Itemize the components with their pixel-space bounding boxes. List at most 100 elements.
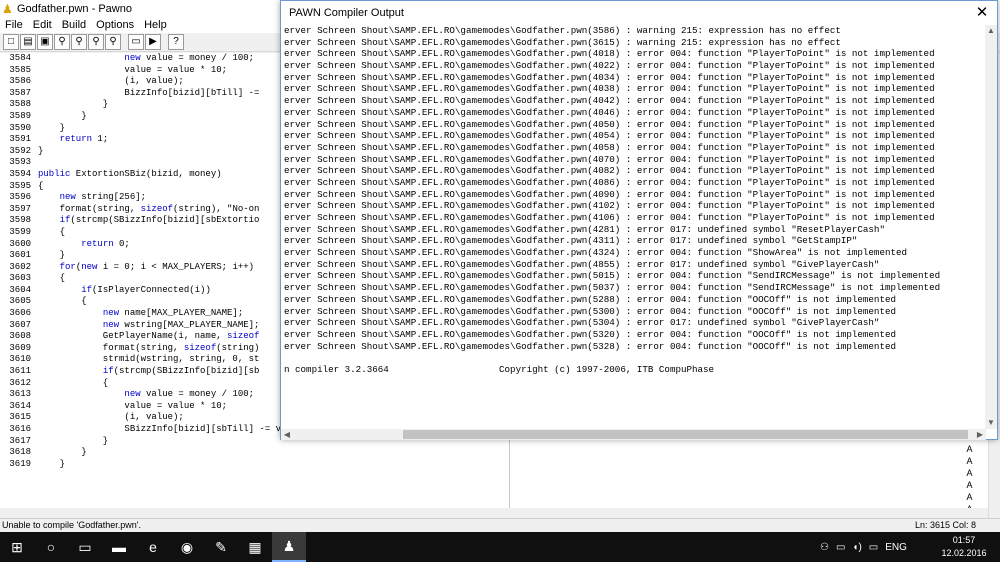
language-indicator[interactable]: ENG xyxy=(885,542,907,553)
function-list-letter: A xyxy=(966,492,973,502)
compiler-output-line: erver Schreen Shout\SAMP.EFL.RO\gamemode… xyxy=(284,270,941,282)
line-number: 3595 xyxy=(9,180,31,191)
chrome-icon[interactable]: ◉ xyxy=(170,532,204,562)
people-icon[interactable]: ⚇ xyxy=(820,542,829,553)
view-icon[interactable]: ▭ xyxy=(128,34,144,50)
menu-options[interactable]: Options xyxy=(91,19,139,31)
status-message: Unable to compile 'Godfather.pwn'. xyxy=(2,520,142,530)
compiler-output-line: erver Schreen Shout\SAMP.EFL.RO\gamemode… xyxy=(284,317,880,329)
line-number: 3607 xyxy=(9,319,31,330)
paint-icon[interactable]: ✎ xyxy=(204,532,238,562)
close-icon[interactable]: ✕ xyxy=(967,1,997,25)
editor-horizontal-scrollbar[interactable] xyxy=(0,508,988,518)
pawno-icon[interactable]: ♟ xyxy=(272,532,306,562)
replace-icon[interactable]: ⚲ xyxy=(88,34,104,50)
line-number: 3603 xyxy=(9,273,31,284)
code-line[interactable]: } xyxy=(38,447,508,459)
keyword-token: new xyxy=(59,192,76,203)
keyword-token: return xyxy=(59,134,93,145)
compiler-output-line: erver Schreen Shout\SAMP.EFL.RO\gamemode… xyxy=(284,200,935,212)
compiler-vertical-scrollbar[interactable]: ▲ ▼ xyxy=(985,25,997,429)
compiler-output-line: erver Schreen Shout\SAMP.EFL.RO\gamemode… xyxy=(284,340,896,352)
line-number: 3614 xyxy=(9,400,31,411)
compiler-output-line: erver Schreen Shout\SAMP.EFL.RO\gamemode… xyxy=(284,106,935,118)
compiler-output-line: erver Schreen Shout\SAMP.EFL.RO\gamemode… xyxy=(284,71,935,83)
scroll-up-arrow-icon[interactable]: ▲ xyxy=(985,25,997,37)
scroll-down-arrow-icon[interactable]: ▼ xyxy=(985,417,997,429)
compiler-output-line: erver Schreen Shout\SAMP.EFL.RO\gamemode… xyxy=(284,48,935,60)
compiler-output-line: erver Schreen Shout\SAMP.EFL.RO\gamemode… xyxy=(284,60,935,72)
menu-help[interactable]: Help xyxy=(139,19,172,31)
line-number: 3613 xyxy=(9,389,31,400)
compiler-horizontal-scrollbar[interactable]: ◀ ▶ xyxy=(281,429,986,440)
keyword-token: for xyxy=(59,261,76,272)
menu-file[interactable]: File xyxy=(0,19,28,31)
keyword-token: return xyxy=(81,238,114,249)
compiler-output-line: erver Schreen Shout\SAMP.EFL.RO\gamemode… xyxy=(284,83,935,95)
line-number: 3612 xyxy=(9,377,31,388)
window-title: Godfather.pwn - Pawno xyxy=(17,2,132,15)
line-number: 3611 xyxy=(9,366,31,377)
menu-edit[interactable]: Edit xyxy=(28,19,57,31)
line-number: 3593 xyxy=(9,157,31,168)
help-icon[interactable]: ? xyxy=(168,34,184,50)
line-number: 3590 xyxy=(9,122,31,133)
compile-icon[interactable]: ▶ xyxy=(145,34,161,50)
menu-build[interactable]: Build xyxy=(57,19,91,31)
line-number: 3591 xyxy=(9,134,31,145)
line-number: 3584 xyxy=(9,53,31,63)
keyword-token: new xyxy=(102,308,120,319)
file-explorer-icon[interactable]: ▬ xyxy=(102,532,136,562)
save-icon[interactable]: ▣ xyxy=(37,34,53,50)
compiler-output-text[interactable]: erver Schreen Shout\SAMP.EFL.RO\gamemode… xyxy=(281,25,986,429)
compiler-output-line: erver Schreen Shout\SAMP.EFL.RO\gamemode… xyxy=(284,305,896,317)
compiler-output-line: erver Schreen Shout\SAMP.EFL.RO\gamemode… xyxy=(284,36,841,48)
function-list-letter: A xyxy=(966,444,973,454)
compiler-output-line: erver Schreen Shout\SAMP.EFL.RO\gamemode… xyxy=(284,176,935,188)
line-number: 3606 xyxy=(9,308,31,319)
line-number: 3619 xyxy=(9,458,31,469)
compiler-output-line: erver Schreen Shout\SAMP.EFL.RO\gamemode… xyxy=(284,25,841,36)
open-icon[interactable]: ▤ xyxy=(20,34,36,50)
compiler-output-line: erver Schreen Shout\SAMP.EFL.RO\gamemode… xyxy=(284,212,935,223)
keyword-token: sizeof xyxy=(227,331,260,342)
line-number: 3605 xyxy=(9,296,31,307)
start-icon[interactable]: ⊞ xyxy=(0,532,34,562)
line-number: 3599 xyxy=(9,226,31,237)
line-number: 3615 xyxy=(9,412,31,423)
code-line[interactable]: } xyxy=(38,459,508,471)
compiler-output-line: erver Schreen Shout\SAMP.EFL.RO\gamemode… xyxy=(284,130,935,142)
compiler-output-line xyxy=(284,352,986,364)
keyword-token: new xyxy=(81,261,98,272)
search-icon[interactable]: ○ xyxy=(34,532,68,562)
function-list-letter: A xyxy=(966,480,973,490)
line-number: 3594 xyxy=(9,168,31,179)
new-icon[interactable]: □ xyxy=(3,34,19,50)
find-next-icon[interactable]: ⚲ xyxy=(71,34,87,50)
store-icon[interactable]: ▦ xyxy=(238,532,272,562)
line-number: 3589 xyxy=(9,110,31,121)
goto-icon[interactable]: ⚲ xyxy=(105,34,121,50)
line-number: 3618 xyxy=(9,447,31,458)
scrollbar-thumb[interactable] xyxy=(403,430,968,439)
system-clock[interactable]: 01:57 12.02.2016 xyxy=(940,534,988,560)
keyword-token: sizeof xyxy=(140,203,174,214)
compiler-output-window[interactable]: PAWN Compiler Output ✕ erver Schreen Sho… xyxy=(280,0,998,440)
task-view-icon[interactable]: ▭ xyxy=(68,532,102,562)
scroll-left-arrow-icon[interactable]: ◀ xyxy=(281,429,293,440)
status-bar: Unable to compile 'Godfather.pwn'. Ln: 3… xyxy=(0,518,1000,532)
line-number: 3585 xyxy=(9,64,31,75)
volume-icon[interactable]: ◖) xyxy=(852,542,861,553)
compiler-output-line: erver Schreen Shout\SAMP.EFL.RO\gamemode… xyxy=(284,95,935,107)
network-icon[interactable]: ▭ xyxy=(836,542,845,553)
power-icon[interactable]: ▭ xyxy=(869,542,878,553)
scroll-right-arrow-icon[interactable]: ▶ xyxy=(974,429,986,440)
find-icon[interactable]: ⚲ xyxy=(54,34,70,50)
line-number: 3597 xyxy=(9,203,31,214)
function-list-letter: A xyxy=(966,468,973,478)
clock-time: 01:57 xyxy=(952,535,976,545)
line-number: 3608 xyxy=(9,331,31,342)
keyword-token: new xyxy=(124,389,141,400)
compiler-output-line: erver Schreen Shout\SAMP.EFL.RO\gamemode… xyxy=(284,235,858,247)
edge-icon[interactable]: e xyxy=(136,532,170,562)
